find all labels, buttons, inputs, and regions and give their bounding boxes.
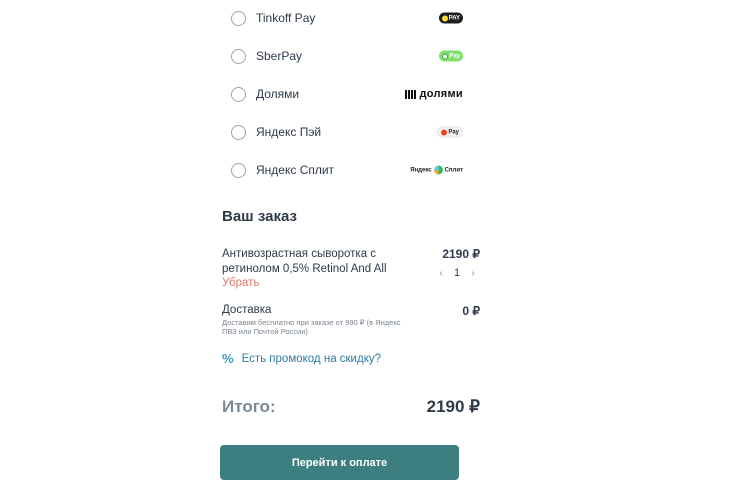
payment-option-dolyami[interactable]: Долями долями <box>231 84 463 104</box>
yandex-split-logo-icon: Яндекс Сплит <box>410 165 463 175</box>
radio-sberpay[interactable] <box>231 48 246 64</box>
radio-yandex-split[interactable] <box>231 162 246 178</box>
delivery-label: Доставка <box>222 304 272 316</box>
chevron-right-icon[interactable]: › <box>469 268 477 279</box>
payment-option-label: Tinkoff Pay <box>256 11 316 25</box>
total-label: Итого: <box>222 397 276 416</box>
delivery-price: 0 ₽ <box>462 304 480 318</box>
checkout-button[interactable]: Перейти к оплате <box>220 445 459 480</box>
payment-option-label: SberPay <box>256 49 303 63</box>
promo-code-label: Есть промокод на скидку? <box>241 352 381 365</box>
tinkoff-pay-logo-icon: PAY <box>438 12 463 24</box>
order-item-name: Антивозрастная сыворотка с ретинолом 0,5… <box>222 248 387 275</box>
yandex-pay-logo-icon: Pay <box>437 126 463 138</box>
chevron-left-icon[interactable]: ‹ <box>437 268 445 279</box>
promo-code-link[interactable]: % Есть промокод на скидку? <box>222 351 381 366</box>
radio-tinkoff-pay[interactable] <box>231 10 246 26</box>
payment-option-yandex-pay[interactable]: Яндекс Пэй Pay <box>231 122 463 142</box>
payment-option-sberpay[interactable]: SberPay Pay <box>231 46 463 66</box>
sberpay-logo-icon: Pay <box>439 50 463 62</box>
order-item-price: 2190 ₽ <box>442 247 480 261</box>
payment-option-yandex-split[interactable]: Яндекс Сплит Яндекс Сплит <box>231 160 463 180</box>
radio-dolyami[interactable] <box>231 86 246 102</box>
payment-option-label: Яндекс Пэй <box>256 125 322 139</box>
payment-option-tinkoff-pay[interactable]: Tinkoff Pay PAY <box>231 8 463 28</box>
dolyami-logo-icon: долями <box>405 88 463 100</box>
quantity-stepper: ‹ 1 › <box>437 266 477 280</box>
remove-item-link[interactable]: Убрать <box>222 277 259 289</box>
total-value: 2190 ₽ <box>426 397 480 416</box>
quantity-value: 1 <box>453 267 461 279</box>
order-title: Ваш заказ <box>222 208 297 225</box>
payment-option-label: Долями <box>256 87 300 101</box>
payment-option-label: Яндекс Сплит <box>256 163 335 177</box>
delivery-note: Доставим бесплатно при заказе от 990 ₽ (… <box>222 318 401 336</box>
radio-yandex-pay[interactable] <box>231 124 246 140</box>
percent-icon: % <box>222 351 234 366</box>
